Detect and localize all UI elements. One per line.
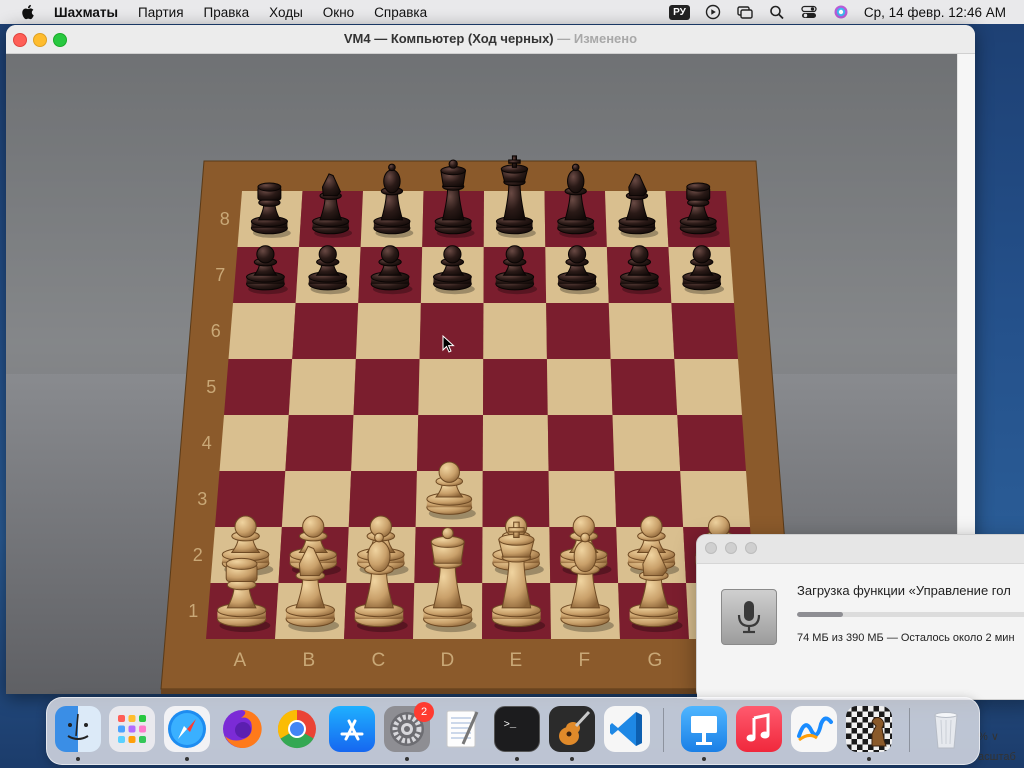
dialog-titlebar[interactable] [697, 535, 1024, 564]
freeform-icon[interactable] [791, 706, 837, 752]
chrome-icon[interactable] [274, 706, 320, 752]
microphone-icon [721, 589, 777, 645]
window-title-text: VM4 — Компьютер (Ход черных) [343, 31, 554, 46]
menu-edit[interactable]: Правка [204, 5, 250, 20]
screen-mirroring-icon[interactable] [736, 4, 754, 20]
dialog-close-button[interactable] [705, 542, 717, 554]
safari-icon[interactable] [164, 706, 210, 752]
rank-label-3: 3 [197, 489, 207, 509]
download-title: Загрузка функции «Управление гол [797, 583, 1011, 598]
rank-label-4: 4 [202, 433, 212, 453]
settings-notification-badge: 2 [414, 702, 434, 722]
board-square-a5[interactable] [224, 359, 293, 415]
menu-game[interactable]: Партия [138, 5, 183, 20]
input-source-indicator[interactable]: РУ [669, 4, 690, 20]
dialog-zoom-button[interactable] [745, 542, 757, 554]
svg-text:>_: >_ [504, 719, 517, 731]
board-square-a6[interactable] [228, 303, 296, 359]
settings-running-indicator [405, 757, 409, 761]
dock: 2 >_ [46, 697, 980, 765]
spotlight-search-icon[interactable] [768, 4, 786, 20]
dock-separator [663, 708, 664, 752]
dialog-minimize-button[interactable] [725, 542, 737, 554]
board-square-f4[interactable] [547, 415, 615, 471]
board-square-b5[interactable] [288, 359, 356, 415]
siri-icon[interactable] [832, 4, 850, 20]
keynote-icon[interactable] [681, 706, 727, 752]
firefox-icon[interactable] [219, 706, 265, 752]
board-square-f6[interactable] [546, 303, 611, 359]
file-label-g: G [648, 650, 663, 671]
board-square-a4[interactable] [219, 415, 289, 471]
trash-icon[interactable] [923, 706, 969, 752]
terminal-running-indicator [515, 757, 519, 761]
menu-clock[interactable]: Ср, 14 февр. 12:46 AM [864, 5, 1006, 20]
download-progress-fill [797, 612, 843, 617]
board-square-b4[interactable] [285, 415, 354, 471]
board-square-e4[interactable] [482, 415, 549, 471]
title-separator: — [553, 31, 574, 46]
rank-label-6: 6 [211, 321, 221, 341]
menu-app-name[interactable]: Шахматы [54, 5, 118, 20]
download-progress-bar [797, 612, 1024, 617]
safari-running-indicator [185, 757, 189, 761]
file-label-b: B [303, 650, 316, 671]
board-square-b6[interactable] [292, 303, 359, 359]
window-title: VM4 — Компьютер (Ход черных) — Изменено [6, 31, 975, 46]
finder-icon[interactable] [55, 706, 101, 752]
dock-separator-2 [909, 708, 910, 752]
board-square-d6[interactable] [419, 303, 484, 359]
control-center-icon[interactable] [800, 4, 818, 20]
edited-indicator: Изменено [573, 31, 638, 46]
apple-logo-icon[interactable] [18, 4, 40, 20]
keynote-running-indicator [702, 757, 706, 761]
board-square-c5[interactable] [353, 359, 420, 415]
vscode-icon[interactable] [604, 706, 650, 752]
board-square-e5[interactable] [483, 359, 548, 415]
board-square-h6[interactable] [671, 303, 738, 359]
garageband-running-indicator [570, 757, 574, 761]
music-icon[interactable] [736, 706, 782, 752]
board-square-c4[interactable] [351, 415, 419, 471]
board-square-g5[interactable] [610, 359, 678, 415]
menu-help[interactable]: Справка [374, 5, 427, 20]
file-label-c: C [372, 650, 386, 671]
zoom-control-fragment[interactable]: % ∨ асштаб [978, 730, 1016, 763]
file-label-e: E [510, 650, 523, 671]
board-square-e6[interactable] [483, 303, 547, 359]
menu-moves[interactable]: Ходы [269, 5, 303, 20]
zoom-value-fragment: % ∨ [978, 731, 999, 743]
board-square-c6[interactable] [355, 303, 421, 359]
rank-label-5: 5 [206, 377, 216, 397]
app-store-icon[interactable] [329, 706, 375, 752]
terminal-icon[interactable]: >_ [494, 706, 540, 752]
menu-bar: Шахматы Партия Правка Ходы Окно Справка … [0, 0, 1024, 24]
board-square-d5[interactable] [418, 359, 484, 415]
file-label-a: A [234, 650, 247, 671]
finder-running-indicator [76, 757, 80, 761]
board-square-g6[interactable] [608, 303, 675, 359]
menu-window[interactable]: Окно [323, 5, 354, 20]
rank-label-7: 7 [215, 265, 225, 285]
board-square-f5[interactable] [546, 359, 613, 415]
play-icon[interactable] [704, 4, 722, 20]
chess-running-indicator [867, 757, 871, 761]
rank-label-2: 2 [193, 545, 203, 565]
board-square-g4[interactable] [612, 415, 681, 471]
board-square-h5[interactable] [674, 359, 742, 415]
textedit-icon[interactable] [439, 706, 485, 752]
file-label-d: D [441, 650, 455, 671]
window-titlebar[interactable]: VM4 — Компьютер (Ход черных) — Изменено [6, 25, 975, 54]
board-square-h4[interactable] [677, 415, 746, 471]
rank-label-8: 8 [220, 209, 230, 229]
rank-label-1: 1 [188, 601, 198, 621]
chess-icon[interactable] [846, 706, 892, 752]
download-status: 74 МБ из 390 МБ — Осталось около 2 мин [797, 632, 1015, 644]
file-label-f: F [579, 650, 591, 671]
garageband-icon[interactable] [549, 706, 595, 752]
launchpad-icon[interactable] [109, 706, 155, 752]
download-dialog: Загрузка функции «Управление гол 74 МБ и… [696, 534, 1024, 700]
zoom-label-fragment: асштаб [978, 751, 1016, 763]
